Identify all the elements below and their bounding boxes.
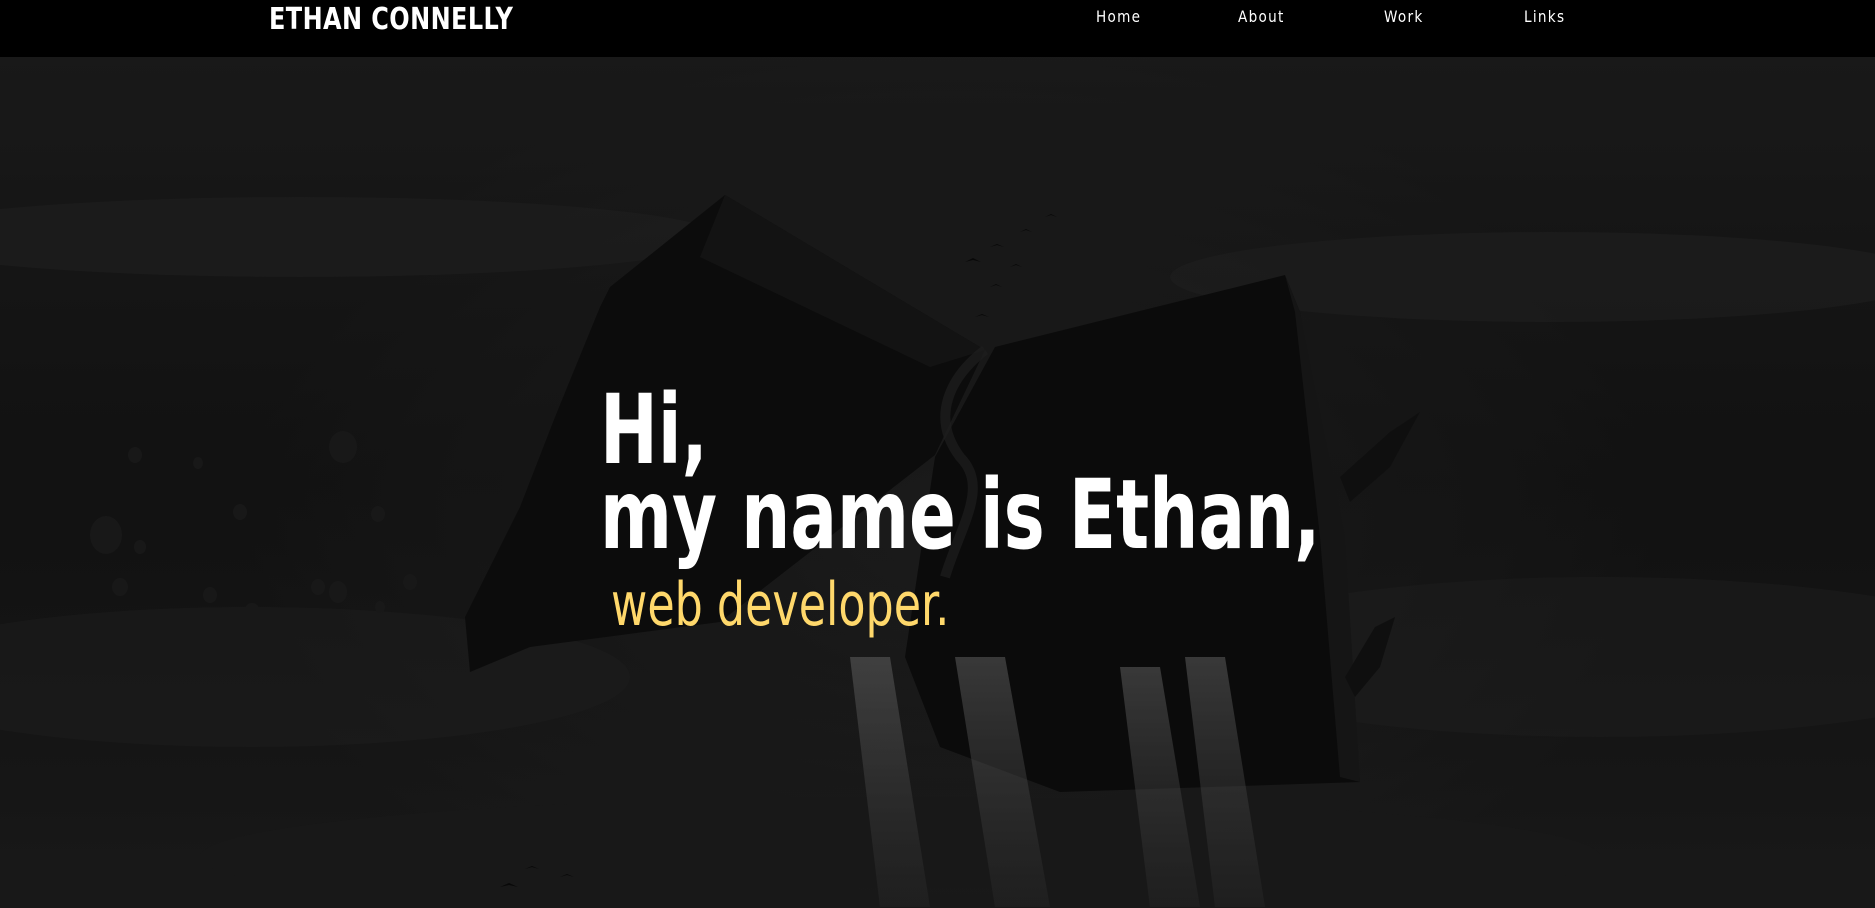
top-navbar: ETHAN CONNELLY Home About Work Links (0, 0, 1875, 57)
hero-role: web developer. (611, 570, 950, 640)
nav-link-links[interactable]: Links (1524, 7, 1565, 26)
site-brand[interactable]: ETHAN CONNELLY (269, 2, 513, 37)
nav-link-about[interactable]: About (1238, 7, 1285, 26)
nav-link-home[interactable]: Home (1096, 7, 1141, 26)
nav-link-work[interactable]: Work (1384, 7, 1424, 26)
hero-name-line: my name is Ethan, (600, 459, 1321, 571)
hero-section: Hi, my name is Ethan, web developer. (0, 57, 1875, 908)
